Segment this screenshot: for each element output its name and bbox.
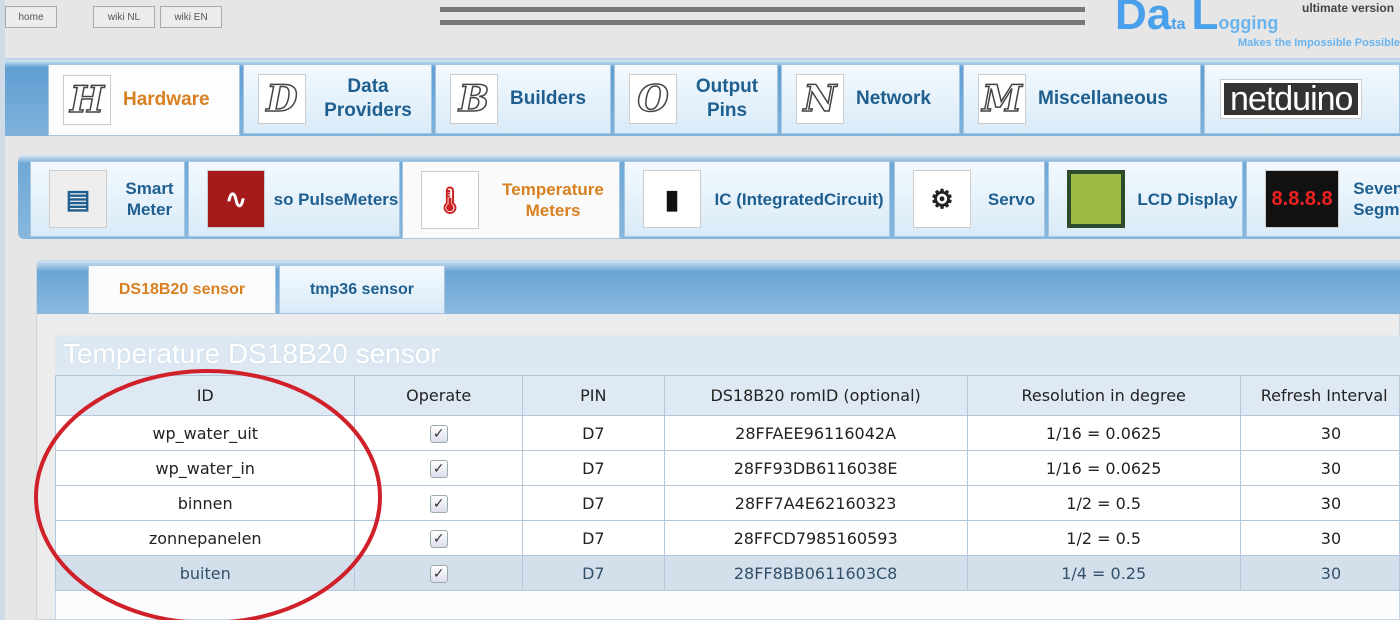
page-footer-area [0,620,1400,643]
red-circle-annotation [34,369,382,625]
version-label: ultimate version [1302,1,1395,15]
